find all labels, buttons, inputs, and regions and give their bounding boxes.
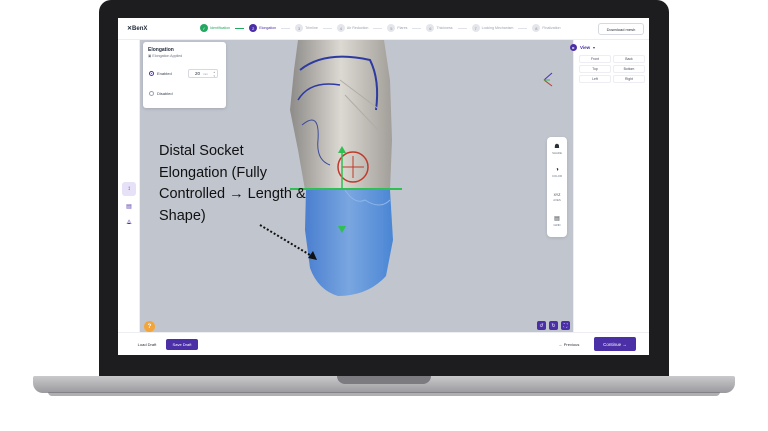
download-mesh-button[interactable]: Download mesh (598, 23, 644, 35)
step-locking-mechanism[interactable]: 7 Locking Mechanism (471, 24, 514, 32)
step-trimline[interactable]: 3 Trimline (295, 24, 318, 32)
save-draft-button[interactable]: Save Draft (166, 339, 198, 350)
annotation-text: Distal Socket Elongation (Fully Controll… (159, 143, 306, 224)
axes-icon: XYZ (553, 193, 561, 197)
step-number: 3 (295, 24, 304, 32)
step-label: Elongation (259, 26, 277, 30)
continue-button[interactable]: Continue → (594, 337, 636, 351)
step-thickness[interactable]: 6 Thickness (426, 24, 453, 32)
laptop-notch (337, 376, 431, 384)
load-draft-button[interactable]: Load Draft (130, 339, 164, 350)
right-panel: ▸ View ▼ Front Back Top Bottom Left Right (570, 40, 649, 332)
stepper: ✓ Identification 2 Elongation 3 Trimline 4 Air … (200, 24, 566, 32)
elongation-panel: Elongation ▣ Elongation Applied Enabled … (143, 42, 226, 108)
elongation-value: 20 (195, 71, 201, 76)
grid-icon: ▤ (554, 216, 560, 222)
view-back-button[interactable]: Back (613, 55, 645, 63)
step-number: 6 (426, 24, 435, 32)
radio-on-icon[interactable] (149, 71, 154, 76)
elongation-unit: mm (203, 71, 209, 76)
annotation-arrow (259, 224, 317, 260)
stepper-arrows-icon[interactable]: ▴ ▾ (213, 70, 215, 78)
disabled-label: Disabled (157, 91, 173, 96)
bottom-bar: Load Draft Save Draft ← Previous Continu… (118, 332, 649, 355)
step-identification[interactable]: ✓ Identification (200, 24, 230, 32)
elongation-title: Elongation (148, 47, 174, 53)
step-number: 5 (387, 24, 396, 32)
step-label: Air Reduction (346, 26, 369, 30)
viewport-controls: ↺ ↻ ⛶ (534, 321, 570, 330)
laptop-shadow (48, 392, 720, 396)
step-label: Identification (210, 26, 231, 30)
shade-icon: ☗ (554, 144, 560, 150)
step-label: Finalization (542, 26, 561, 30)
shade-tool[interactable]: ☗ SHADE (547, 143, 567, 155)
view-header[interactable]: ▸ View ▼ (570, 44, 596, 51)
step-connector (235, 27, 245, 29)
left-toolbar: ↕ ▤ ⟁ (118, 40, 140, 332)
view-label: View (580, 45, 591, 50)
app-logo: ✕BenX (127, 26, 148, 32)
step-connector (281, 27, 291, 29)
step-number: ✓ (200, 24, 208, 32)
step-connector (373, 27, 383, 29)
enabled-option[interactable]: Enabled (149, 71, 172, 76)
step-elongation[interactable]: 2 Elongation (249, 24, 276, 32)
step-connector (322, 27, 332, 29)
color-tool[interactable]: ◑ COLOR (547, 167, 567, 178)
color-icon: ◑ (555, 167, 559, 173)
enabled-label: Enabled (157, 71, 172, 76)
rotate-left-icon[interactable]: ↺ (537, 321, 546, 330)
display-tools: ☗ SHADE ◑ COLOR XYZ AXES ▤ GRID (547, 137, 567, 237)
step-air-reduction[interactable]: 4 Air Reduction (336, 24, 369, 32)
axes-tool[interactable]: XYZ AXES (547, 193, 567, 202)
view-front-button[interactable]: Front (579, 55, 611, 63)
page: ✕BenX ✓ Identification 2 Elongation 3 Trimlin… (0, 0, 768, 431)
layers-tool-icon[interactable]: ▤ (122, 199, 136, 213)
step-label: Trimline (305, 26, 318, 30)
elongation-status: ▣ Elongation Applied (148, 54, 183, 58)
view-top-button[interactable]: Top (579, 65, 611, 73)
step-label: Thickness (436, 26, 453, 30)
play-icon: ▸ (570, 44, 577, 51)
rotate-right-icon[interactable]: ↻ (549, 321, 558, 330)
fullscreen-icon[interactable]: ⛶ (561, 321, 570, 330)
view-bottom-button[interactable]: Bottom (613, 65, 645, 73)
top-bar: ✕BenX ✓ Identification 2 Elongation 3 Trimlin… (118, 18, 649, 40)
step-number: 8 (532, 24, 541, 32)
radio-off-icon[interactable] (149, 91, 154, 96)
step-number: 2 (249, 24, 258, 32)
elongation-value-input[interactable]: 20 mm ▴ ▾ (188, 69, 218, 78)
help-button[interactable]: ? (144, 321, 155, 332)
step-label: Flares (397, 26, 408, 30)
step-connector (412, 27, 422, 29)
step-label: Locking Mechanism (481, 26, 514, 30)
previous-button[interactable]: ← Previous (550, 339, 588, 350)
grid-tool[interactable]: ▤ GRID (547, 215, 567, 227)
step-number: 7 (471, 24, 480, 32)
step-connector (457, 27, 467, 29)
view-left-button[interactable]: Left (579, 75, 611, 83)
move-tool-icon[interactable]: ↕ (122, 182, 136, 196)
view-buttons: Front Back Top Bottom Left Right (579, 55, 645, 83)
step-flares[interactable]: 5 Flares (387, 24, 407, 32)
view-right-button[interactable]: Right (613, 75, 645, 83)
measure-tool-icon[interactable]: ⟁ (122, 216, 136, 230)
step-connector (518, 27, 528, 29)
disabled-option[interactable]: Disabled (149, 91, 173, 96)
step-number: 4 (336, 24, 345, 32)
step-finalization[interactable]: 8 Finalization (532, 24, 561, 32)
chevron-down-icon: ▼ (592, 45, 596, 50)
